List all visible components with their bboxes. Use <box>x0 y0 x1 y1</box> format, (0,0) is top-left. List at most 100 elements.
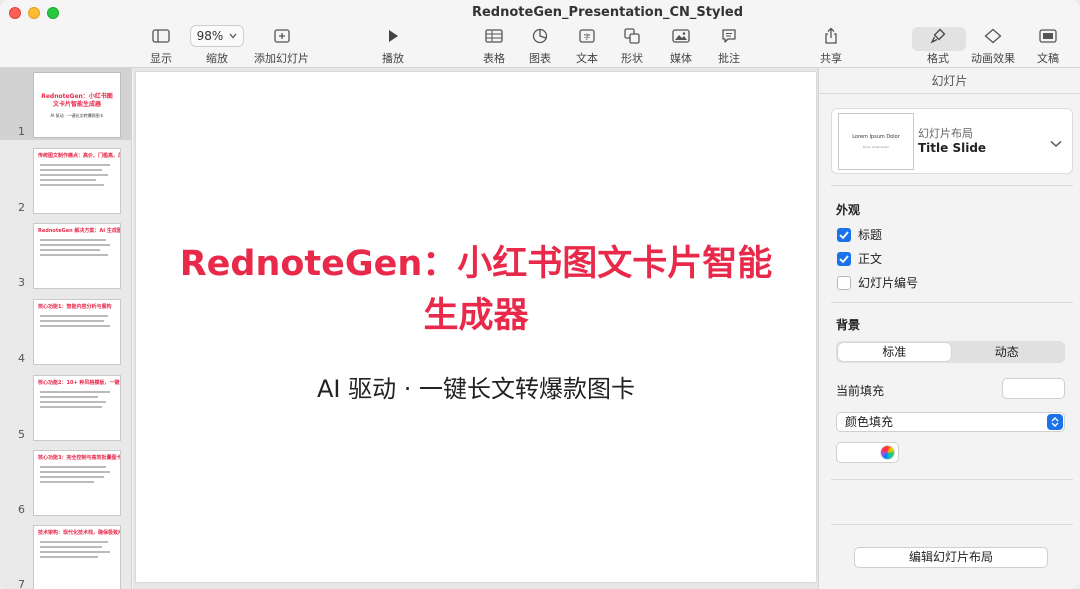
view-label: 显示 <box>150 52 172 65</box>
format-inspector: 幻灯片 Lorem Ipsum Dolor Dolor amet lorem 幻… <box>818 68 1080 589</box>
slide-thumb-title: 核心功能1：智能内容分析与重构 <box>38 304 112 310</box>
slide-thumb-title: RednoteGen：小红书图文卡片智能生成器 <box>41 93 113 108</box>
slide-thumb-title: 技术架构：现代化技术栈，确保极致用户体 <box>38 530 120 536</box>
slide-number: 4 <box>18 352 25 365</box>
chevron-down-icon[interactable] <box>1050 133 1062 152</box>
shape-button[interactable]: 形状 <box>621 26 643 66</box>
slide-thumb-image: RednoteGen 解决方案：AI 生成图卡自动化设计 <box>33 223 121 289</box>
paintbrush-icon <box>930 26 946 46</box>
play-icon <box>386 26 400 46</box>
title-checkbox[interactable] <box>837 227 851 242</box>
comment-label: 批注 <box>718 52 740 65</box>
text-label: 文本 <box>576 52 598 65</box>
updown-chevron-icon <box>1047 414 1063 430</box>
fill-type-select[interactable]: 颜色填充 <box>836 412 1065 432</box>
slide-thumb-image: 技术架构：现代化技术栈，确保极致用户体 <box>33 525 121 589</box>
slide-thumbnail-4[interactable]: 核心功能1：智能内容分析与重构 4 <box>0 295 131 367</box>
slide-number-checkbox-row[interactable]: 幻灯片编号 <box>837 274 918 291</box>
slide-thumb-title: RednoteGen 解决方案：AI 生成图卡自动化设计 <box>38 228 120 234</box>
checkmark-icon <box>839 230 849 239</box>
slide-thumb-image: 核心功能3：完全控制与高效批量图卡编辑 <box>33 450 121 516</box>
divider <box>831 479 1073 480</box>
document-title: RednoteGen_Presentation_CN_Styled <box>471 5 744 20</box>
slide-layout-picker[interactable]: Lorem Ipsum Dolor Dolor amet lorem 幻灯片布局… <box>831 108 1073 174</box>
slide-navigator: RednoteGen：小红书图文卡片智能生成器 AI 驱动 · 一键长文转爆款图… <box>0 68 132 589</box>
background-mode-segmented: 标准 动态 <box>836 341 1065 363</box>
slide-canvas: RednoteGen：小红书图文卡片智能生成器 AI 驱动 · 一键长文转爆款图… <box>133 68 818 589</box>
share-label: 共享 <box>820 52 842 65</box>
zoom-label: 缩放 <box>206 52 228 65</box>
shape-label: 形状 <box>621 52 643 65</box>
slide-thumbnail-2[interactable]: 传统图文制作痛点：高价、门槛高、风格不 2 <box>0 144 131 216</box>
zoom-select[interactable]: 98% <box>190 25 244 47</box>
body-checkbox-row[interactable]: 正文 <box>837 250 882 267</box>
add-slide-button[interactable]: 添加幻灯片 <box>254 26 309 66</box>
layout-label: 幻灯片布局 <box>918 127 973 140</box>
layout-thumb-subtitle: Dolor amet lorem <box>862 145 890 149</box>
current-slide[interactable]: RednoteGen：小红书图文卡片智能生成器 AI 驱动 · 一键长文转爆款图… <box>136 72 816 582</box>
slide-thumbnail-6[interactable]: 核心功能3：完全控制与高效批量图卡编辑 6 <box>0 446 131 518</box>
seg-dynamic[interactable]: 动态 <box>951 343 1064 361</box>
sidebar-icon <box>152 26 170 46</box>
layout-name: Title Slide <box>918 141 987 155</box>
current-fill-swatch[interactable] <box>1002 378 1065 399</box>
slide-subtitle-text[interactable]: AI 驱动 · 一键长文转爆款图卡 <box>176 369 776 404</box>
animate-label: 动画效果 <box>971 52 1015 65</box>
current-fill-label: 当前填充 <box>836 384 885 398</box>
document-button[interactable]: 文稿 <box>1037 26 1059 66</box>
svg-text:字: 字 <box>584 32 591 41</box>
divider <box>831 185 1073 186</box>
document-icon <box>1039 26 1057 46</box>
divider <box>831 302 1073 303</box>
slide-thumb-image: RednoteGen：小红书图文卡片智能生成器 AI 驱动 · 一键长文转爆款图… <box>33 72 121 138</box>
color-wheel-icon[interactable] <box>880 445 895 460</box>
slide-thumbnail-7[interactable]: 技术架构：现代化技术栈，确保极致用户体 7 <box>0 521 131 589</box>
table-icon <box>485 26 503 46</box>
share-button[interactable]: 共享 <box>820 26 842 66</box>
slide-thumb-title: 核心功能2：10+ 种风格模板，一键切换 <box>38 380 120 386</box>
body-checkbox-label: 正文 <box>858 252 883 266</box>
media-label: 媒体 <box>670 52 692 65</box>
divider <box>831 524 1073 525</box>
slide-number: 2 <box>18 201 25 214</box>
slide-thumbnail-3[interactable]: RednoteGen 解决方案：AI 生成图卡自动化设计 3 <box>0 219 131 291</box>
slide-number: 3 <box>18 276 25 289</box>
play-button[interactable]: 播放 <box>382 26 404 66</box>
chevron-down-icon <box>229 33 237 39</box>
animate-button[interactable]: 动画效果 <box>971 26 1015 66</box>
slide-thumb-title: 传统图文制作痛点：高价、门槛高、风格不 <box>38 153 120 159</box>
chart-button[interactable]: 图表 <box>529 26 551 66</box>
table-button[interactable]: 表格 <box>483 26 505 66</box>
comment-button[interactable]: 批注 <box>718 26 740 66</box>
zoom-control[interactable]: 98% 缩放 <box>190 25 244 66</box>
slide-number: 6 <box>18 503 25 516</box>
view-button[interactable]: 显示 <box>150 26 172 66</box>
table-label: 表格 <box>483 52 505 65</box>
fill-color-well[interactable] <box>836 442 899 463</box>
share-icon <box>823 26 839 46</box>
title-checkbox-row[interactable]: 标题 <box>837 226 882 243</box>
format-button[interactable]: 格式 <box>927 26 949 66</box>
appearance-title: 外观 <box>836 203 861 217</box>
slide-title-text[interactable]: RednoteGen：小红书图文卡片智能生成器 <box>176 238 776 342</box>
body-checkbox[interactable] <box>837 251 851 266</box>
inspector-header: 幻灯片 <box>819 68 1080 94</box>
slide-thumbnail-5[interactable]: 核心功能2：10+ 种风格模板，一键切换 5 <box>0 371 131 443</box>
shape-icon <box>624 26 640 46</box>
fill-type-value: 颜色填充 <box>845 415 894 429</box>
slide-number: 7 <box>18 578 25 589</box>
media-button[interactable]: 媒体 <box>670 26 692 66</box>
slide-number-checkbox[interactable] <box>837 275 851 290</box>
seg-standard[interactable]: 标准 <box>838 343 951 361</box>
slide-thumb-title: 核心功能3：完全控制与高效批量图卡编辑 <box>38 455 120 461</box>
slide-number: 5 <box>18 428 25 441</box>
comment-icon <box>721 26 737 46</box>
edit-slide-layout-button[interactable]: 编辑幻灯片布局 <box>854 547 1048 568</box>
slide-thumb-image: 传统图文制作痛点：高价、门槛高、风格不 <box>33 148 121 214</box>
add-slide-icon <box>273 26 291 46</box>
play-label: 播放 <box>382 52 404 65</box>
document-label: 文稿 <box>1037 52 1059 65</box>
slide-thumbnail-1[interactable]: RednoteGen：小红书图文卡片智能生成器 AI 驱动 · 一键长文转爆款图… <box>0 68 131 140</box>
text-button[interactable]: 字 文本 <box>576 26 598 66</box>
chart-label: 图表 <box>529 52 551 65</box>
